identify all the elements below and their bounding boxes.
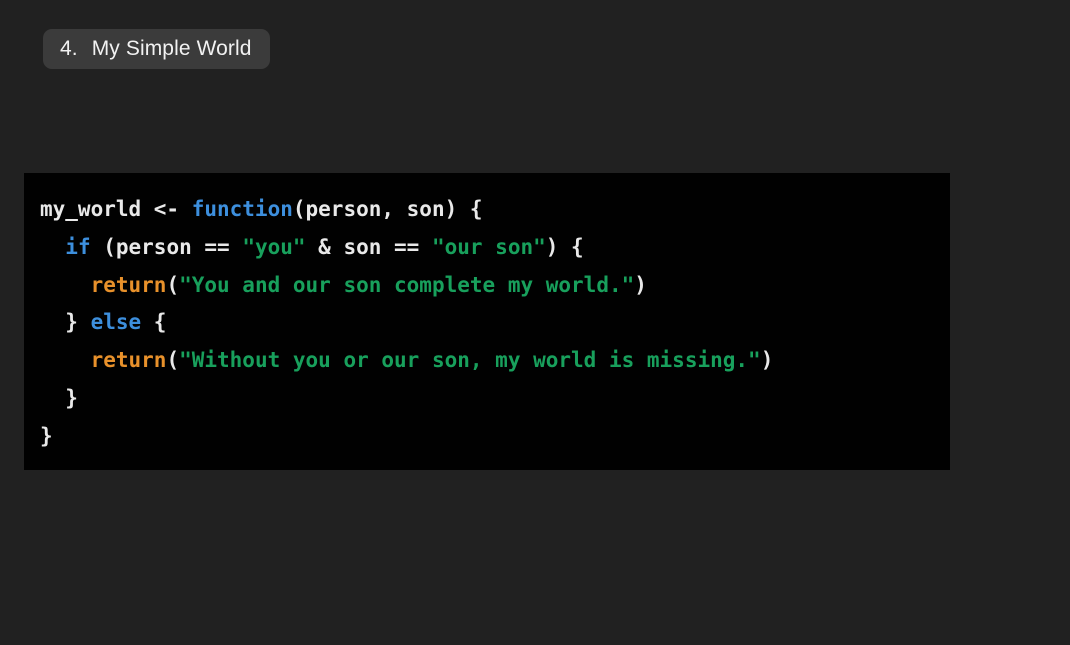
code-token-plain: ): [634, 272, 647, 297]
code-token-string: "You and our son complete my world.": [179, 272, 635, 297]
code-token-plain: my_world <-: [40, 197, 192, 221]
code-content: my_world <- function(person, son) { if (…: [40, 191, 950, 456]
code-block: my_world <- function(person, son) { if (…: [24, 173, 950, 470]
code-token-keyword: function: [191, 197, 293, 221]
code-token-keyword: if: [65, 234, 91, 259]
code-line: }: [40, 380, 950, 418]
code-line: return("Without you or our son, my world…: [40, 342, 950, 380]
code-token-string: "our son": [431, 234, 546, 259]
code-line: if (person == "you" & son == "our son") …: [40, 229, 950, 267]
code-token-keyword: else: [90, 310, 142, 335]
code-token-plain: & son ==: [305, 234, 432, 259]
code-token-plain: ) {: [545, 234, 584, 259]
code-line: my_world <- function(person, son) {: [40, 191, 950, 229]
code-token-plain: ): [760, 348, 774, 373]
code-token-function: return: [90, 348, 167, 373]
code-token-function: return: [90, 272, 167, 297]
code-token-plain: (person ==: [90, 234, 243, 259]
code-token-string: "you": [242, 234, 306, 259]
code-token-plain: (: [166, 272, 180, 297]
code-token-plain: }: [40, 385, 78, 410]
code-token-plain: {: [141, 310, 167, 335]
code-token-plain: (: [166, 348, 180, 373]
code-token-string: "Without you or our son, my world is mis…: [179, 348, 761, 373]
code-token-plain: }: [40, 310, 91, 335]
slide-title-chip: 4. My Simple World: [43, 29, 270, 69]
code-token-plain: }: [40, 423, 53, 448]
code-line: }: [40, 418, 950, 456]
slide-title-text: My Simple World: [91, 37, 252, 60]
code-line: } else {: [40, 304, 950, 342]
code-line: return("You and our son complete my worl…: [40, 267, 950, 305]
slide-number: 4.: [60, 37, 78, 60]
code-token-plain: (person, son) {: [292, 197, 483, 221]
